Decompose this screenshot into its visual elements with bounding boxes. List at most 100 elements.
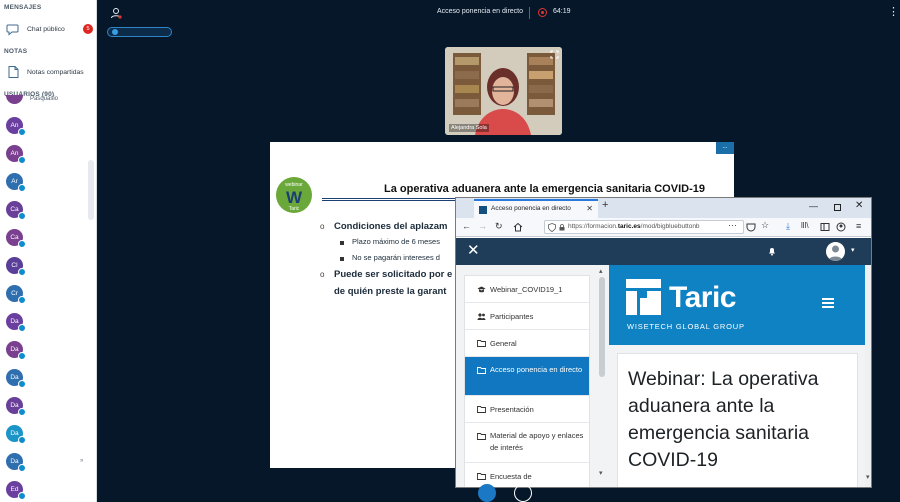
brand-name: Taric	[669, 281, 736, 314]
user-row[interactable]: Da	[6, 425, 86, 447]
meeting-title: Acceso ponencia en directo	[437, 8, 523, 15]
user-row[interactable]: Cr	[6, 285, 86, 307]
course-nav-item[interactable]: Material de apoyo y enlaces de interés	[465, 423, 589, 463]
avatar-silhouette	[828, 245, 843, 261]
notification-bell-icon[interactable]	[767, 246, 777, 256]
forward-icon[interactable]: →	[478, 221, 487, 231]
course-nav-scrollbar[interactable]	[599, 277, 605, 377]
user-row[interactable]: Ca	[6, 229, 86, 251]
back-icon[interactable]: ←	[462, 221, 471, 231]
taric-logo-icon	[626, 279, 661, 315]
folder-icon	[477, 433, 486, 440]
user-row[interactable]: Da	[6, 341, 86, 363]
scroll-up-icon[interactable]: ▴	[599, 267, 603, 275]
browser-tab[interactable]: Acceso ponencia en directo ✕	[474, 199, 598, 218]
slide-line: Plazo máximo de 6 meses	[352, 237, 440, 246]
microphone-status-icon	[18, 268, 26, 276]
reload-icon[interactable]: ↻	[495, 221, 503, 232]
scroll-down-icon[interactable]: »	[80, 458, 83, 464]
user-row[interactable]: Da	[6, 397, 86, 419]
slide-title: La operativa aduanera ante la emergencia…	[384, 183, 705, 195]
course-nav-label: General	[490, 339, 517, 348]
scroll-down-icon[interactable]: ▾	[866, 473, 870, 481]
course-nav-label: Presentación	[490, 405, 534, 414]
download-icon[interactable]: ⤓	[786, 221, 790, 232]
top-bar: Acceso ponencia en directo 64:19 ⋮	[97, 0, 900, 26]
options-menu-icon[interactable]: ⋮	[888, 5, 899, 19]
camera-button[interactable]	[514, 484, 532, 502]
url-bar[interactable]: https://formacion.taric.es/mod/bigbluebu…	[544, 220, 744, 234]
user-row[interactable]: Cl	[6, 257, 86, 279]
avatar	[6, 95, 23, 104]
course-nav-item-active[interactable]: Acceso ponencia en directo	[465, 357, 589, 396]
bullet: o	[320, 270, 325, 279]
course-nav-item[interactable]: Webinar_COVID19_1	[465, 276, 589, 303]
slide-options-button[interactable]: ...	[716, 142, 734, 154]
microphone-status-icon	[18, 156, 26, 164]
unread-badge: 5	[83, 24, 93, 34]
user-row[interactable]: Ca	[6, 201, 86, 223]
taric-favicon-icon	[479, 206, 487, 214]
close-window-icon[interactable]: ✕	[855, 200, 863, 211]
account-icon[interactable]	[836, 222, 846, 232]
user-row[interactable]: Ed	[6, 481, 86, 502]
course-nav-item[interactable]: General	[465, 330, 589, 357]
presenter-webcam[interactable]: Alejandra Sola	[445, 47, 562, 135]
course-nav-label: Material de apoyo y enlaces de interés	[490, 431, 584, 452]
microphone-icon	[112, 29, 118, 35]
microphone-status-icon	[18, 408, 26, 416]
scroll-down-icon[interactable]: ▾	[599, 469, 603, 477]
brand-subtitle: WISETECH GLOBAL GROUP	[627, 322, 745, 331]
shared-notes-item[interactable]: Notas compartidas	[0, 59, 96, 85]
new-tab-icon[interactable]: +	[602, 199, 608, 211]
user-avatar-icon[interactable]	[826, 242, 845, 261]
user-row[interactable]: Ar	[6, 173, 86, 195]
slide-line: Puede ser solicitado por e	[334, 269, 453, 280]
chevron-down-icon[interactable]: ▾	[851, 246, 855, 254]
course-nav-label: Acceso ponencia en directo	[490, 365, 583, 374]
user-row[interactable]: Pasquasio	[6, 95, 86, 117]
page-scrollbar[interactable]	[865, 265, 871, 487]
course-nav-item[interactable]: Participantes	[465, 303, 589, 330]
minimize-icon[interactable]: —	[809, 201, 818, 211]
maximize-icon[interactable]	[834, 204, 841, 211]
page-actions-icon[interactable]: ···	[728, 220, 737, 230]
user-row[interactable]: Da	[6, 453, 86, 475]
slide-line: Condiciones del aplazam	[334, 221, 448, 232]
bullet	[340, 241, 344, 245]
library-icon[interactable]: lll\	[801, 221, 809, 230]
microphone-status-icon	[18, 436, 26, 444]
hamburger-menu-icon[interactable]	[822, 298, 834, 308]
microphone-status-icon	[18, 464, 26, 472]
folder-icon	[477, 367, 486, 374]
record-icon[interactable]	[538, 8, 547, 17]
public-chat-item[interactable]: Chat público 5	[0, 16, 96, 42]
shield-icon[interactable]	[548, 223, 556, 232]
pocket-icon[interactable]	[746, 222, 756, 232]
menu-icon[interactable]: ≡	[856, 221, 861, 231]
close-drawer-icon[interactable]: ✕	[467, 242, 480, 259]
course-nav-item[interactable]: Presentación	[465, 396, 589, 423]
sidebar-scrollbar[interactable]	[88, 160, 94, 220]
sidebar-toggle-icon[interactable]	[820, 222, 830, 232]
bookmark-star-icon[interactable]: ☆	[761, 220, 769, 231]
presenter-name: Alejandra Sola	[449, 124, 489, 132]
user-row[interactable]: Da	[6, 369, 86, 391]
close-tab-icon[interactable]: ✕	[586, 204, 593, 213]
logo-letter: W	[286, 188, 303, 207]
user-row[interactable]: An	[6, 117, 86, 139]
microphone-button[interactable]	[478, 484, 496, 502]
slide-line: de quién preste la garant	[334, 286, 447, 297]
page-content: ▴ Webinar_COVID19_1 Participantes Genera…	[456, 265, 871, 487]
user-row[interactable]: Da	[6, 313, 86, 335]
browser-window: Acceso ponencia en directo ✕ + — ✕ ← → ↻…	[455, 197, 872, 488]
user-row[interactable]: An	[6, 145, 86, 167]
user-settings-icon[interactable]	[110, 7, 122, 19]
slide-line: No se pagarán intereses d	[352, 253, 440, 262]
home-icon[interactable]	[513, 222, 523, 232]
microphone-status-icon	[18, 212, 26, 220]
lock-icon[interactable]	[559, 224, 565, 231]
fullscreen-icon[interactable]	[550, 50, 559, 59]
bullet	[340, 257, 344, 261]
page-title: Webinar: La operativa aduanera ante la e…	[628, 368, 819, 471]
